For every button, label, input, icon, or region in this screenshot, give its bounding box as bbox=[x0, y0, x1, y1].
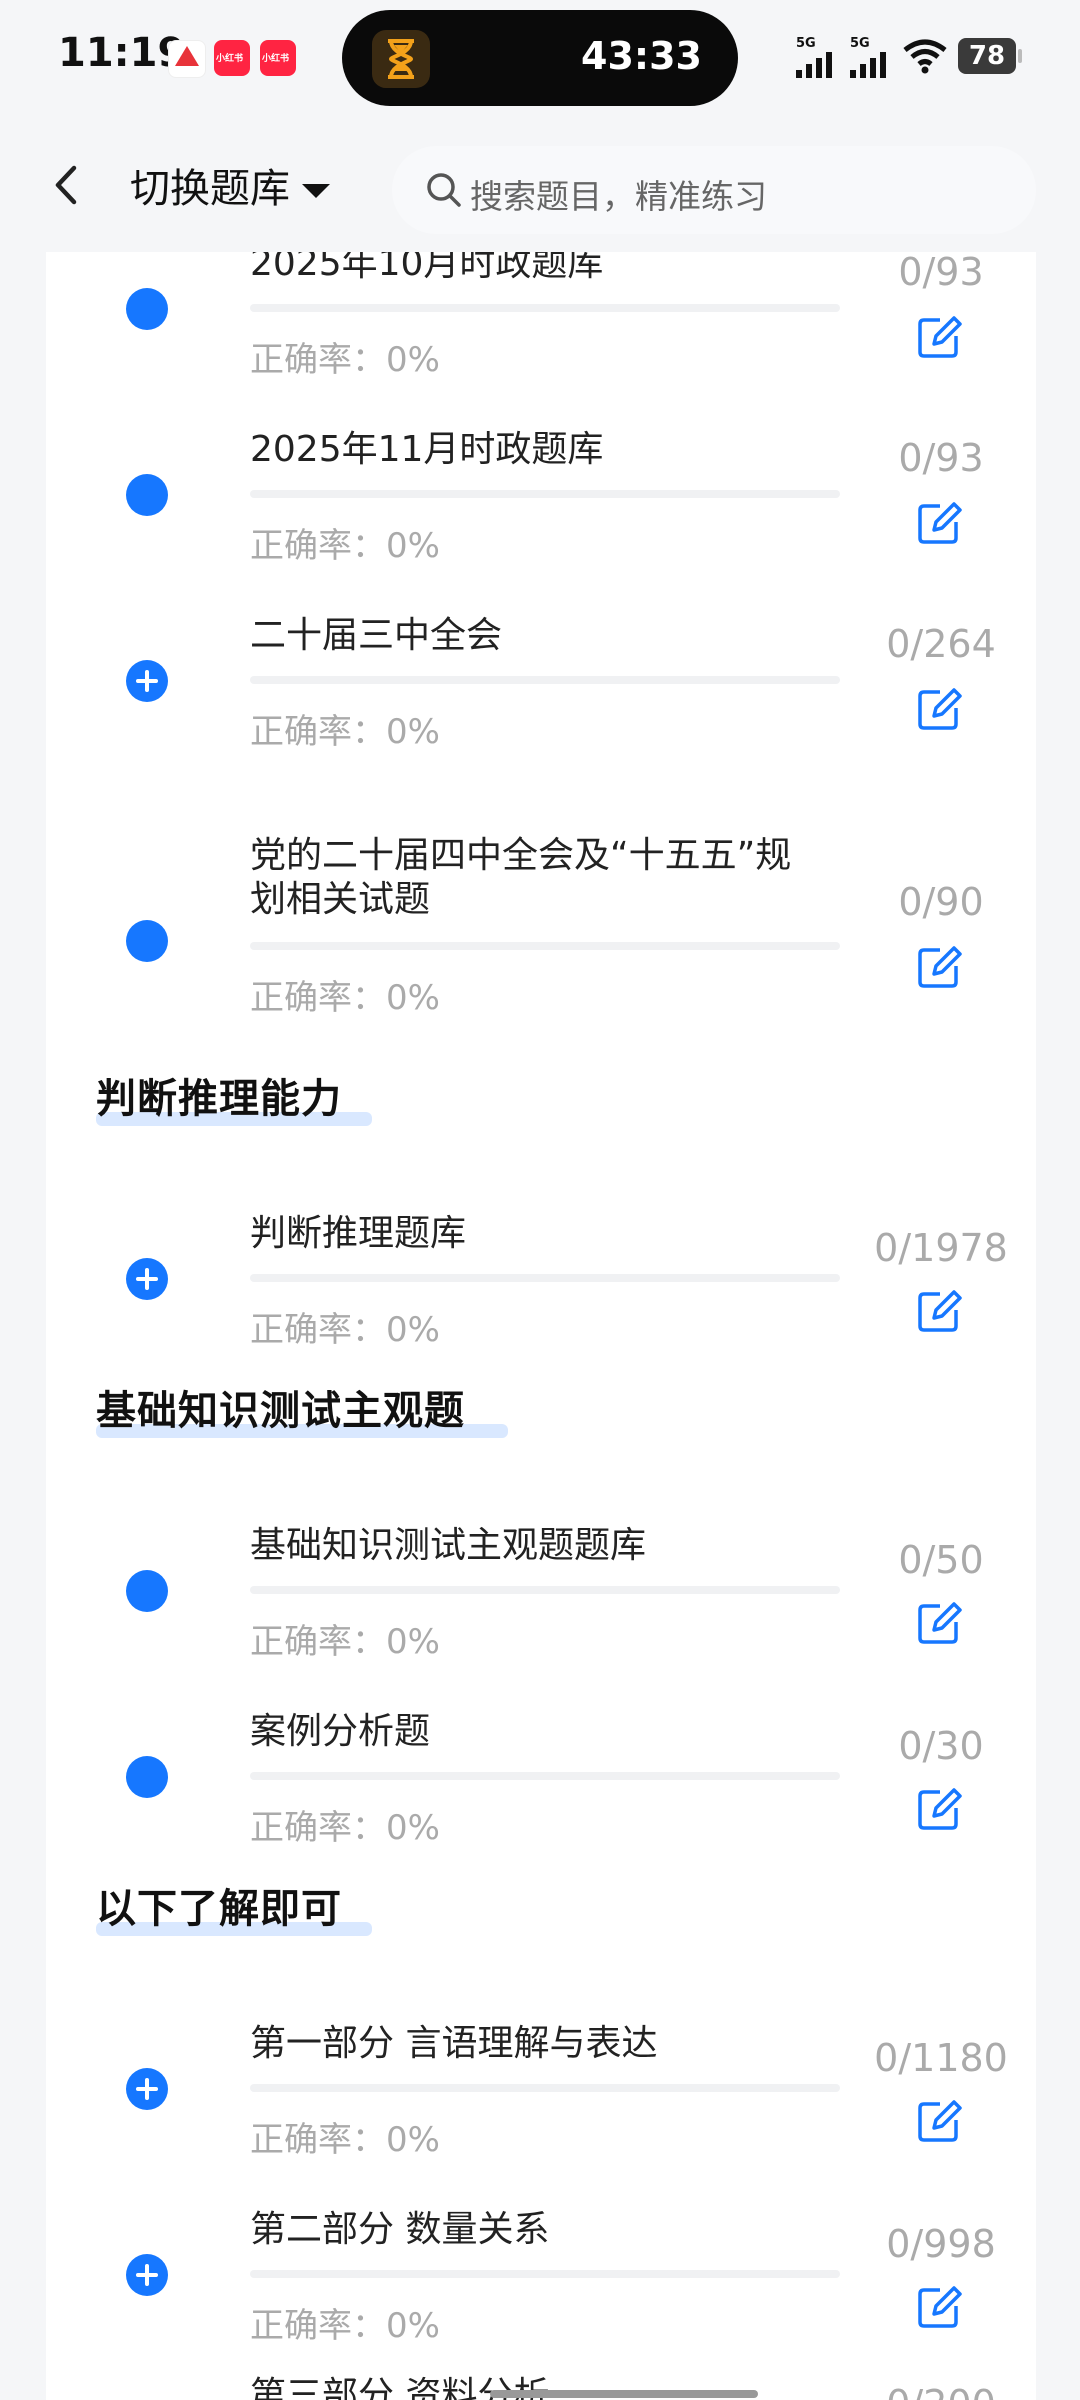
section-title: 基础知识测试主观题 bbox=[96, 1388, 465, 1434]
question-count: 0/90 bbox=[898, 880, 984, 924]
xiaohongshu-icon: 小红书 bbox=[260, 40, 296, 76]
app-notification-icon bbox=[168, 40, 206, 78]
expand-plus-icon[interactable] bbox=[126, 1258, 168, 1300]
status-bar: 11:19 小红书 小红书 43:33 5G 5G 78 bbox=[0, 0, 1080, 118]
network-label: 5G bbox=[796, 36, 816, 51]
progress-bar bbox=[250, 1772, 840, 1780]
battery-icon: 78 bbox=[958, 38, 1022, 74]
list-item[interactable]: 第二部分 数量关系 正确率：0% 0/998 bbox=[46, 2188, 1036, 2372]
section-header: 以下了解即可 bbox=[96, 1876, 372, 1936]
search-icon bbox=[427, 173, 461, 207]
caret-down-icon bbox=[302, 184, 330, 198]
item-title: 2025年10月时政题库 bbox=[250, 252, 604, 284]
progress-bar bbox=[250, 676, 840, 684]
question-count: 0/93 bbox=[898, 252, 984, 294]
list-item[interactable]: 基础知识测试主观题题库 正确率：0% 0/50 bbox=[46, 1504, 1036, 1688]
edit-icon[interactable] bbox=[916, 1786, 962, 1832]
list-item[interactable]: 二十届三中全会 正确率：0% 0/264 bbox=[46, 594, 1036, 778]
section-header: 判断推理能力 bbox=[96, 1066, 372, 1126]
item-title: 二十届三中全会 bbox=[250, 615, 503, 656]
list-item[interactable]: 2025年11月时政题库 正确率：0% 0/93 bbox=[46, 408, 1036, 592]
progress-bar bbox=[250, 1586, 840, 1594]
xiaohongshu-icon-text: 小红书 bbox=[262, 54, 290, 64]
section-title: 判断推理能力 bbox=[96, 1076, 342, 1122]
item-title: 案例分析题 bbox=[250, 1711, 431, 1752]
question-count: 0/93 bbox=[898, 436, 984, 480]
list-item[interactable]: 案例分析题 正确率：0% 0/30 bbox=[46, 1690, 1036, 1874]
accuracy-text: 正确率：0% bbox=[250, 1808, 440, 1848]
item-title: 第一部分 言语理解与表达 bbox=[250, 2023, 658, 2064]
status-dot-icon bbox=[126, 920, 168, 962]
back-arrow-icon[interactable] bbox=[48, 160, 88, 210]
item-title: 判断推理题库 bbox=[250, 1213, 467, 1254]
list-item[interactable]: 党的二十届四中全会及“十五五”规划相关试题 正确率：0% 0/90 bbox=[46, 820, 1036, 1040]
item-title: 基础知识测试主观题题库 bbox=[250, 1525, 647, 1566]
switch-bank-label: 切换题库 bbox=[130, 166, 290, 212]
question-count: 0/998 bbox=[886, 2222, 996, 2266]
item-title: 党的二十届四中全会及“十五五”规划相关试题 bbox=[250, 835, 792, 920]
search-placeholder: 搜索题目，精准练习 bbox=[470, 177, 767, 216]
question-bank-list: 2025年10月时政题库 正确率：0% 0/93 2025年11月时政题库 正确… bbox=[46, 252, 1036, 2400]
item-title: 2025年11月时政题库 bbox=[250, 429, 604, 470]
expand-plus-icon[interactable] bbox=[126, 2254, 168, 2296]
progress-bar bbox=[250, 304, 840, 312]
accuracy-text: 正确率：0% bbox=[250, 2120, 440, 2160]
accuracy-text: 正确率：0% bbox=[250, 1310, 440, 1350]
question-count: 0/200 bbox=[856, 2382, 1026, 2400]
question-count: 0/30 bbox=[898, 1724, 984, 1768]
progress-bar bbox=[250, 1274, 840, 1282]
edit-icon[interactable] bbox=[916, 1600, 962, 1646]
edit-icon[interactable] bbox=[916, 314, 962, 360]
status-dot-icon bbox=[126, 1570, 168, 1612]
expand-plus-icon[interactable] bbox=[126, 660, 168, 702]
progress-bar bbox=[250, 2084, 840, 2092]
hourglass-icon bbox=[372, 30, 430, 88]
xiaohongshu-icon-text: 小红书 bbox=[216, 54, 244, 64]
item-title: 第二部分 数量关系 bbox=[250, 2209, 550, 2250]
status-dot-icon bbox=[126, 1756, 168, 1798]
accuracy-text: 正确率：0% bbox=[250, 2306, 440, 2346]
edit-icon[interactable] bbox=[916, 500, 962, 546]
edit-icon[interactable] bbox=[916, 944, 962, 990]
list-item[interactable]: 判断推理题库 正确率：0% 0/1978 bbox=[46, 1192, 1036, 1376]
accuracy-text: 正确率：0% bbox=[250, 978, 440, 1018]
expand-plus-icon[interactable] bbox=[126, 2068, 168, 2110]
search-input[interactable]: 搜索题目，精准练习 bbox=[392, 146, 1036, 234]
wifi-icon bbox=[903, 39, 947, 74]
clock: 11:19 bbox=[58, 30, 186, 76]
status-dot-icon bbox=[126, 474, 168, 516]
accuracy-text: 正确率：0% bbox=[250, 1622, 440, 1662]
progress-bar bbox=[250, 942, 840, 950]
progress-bar bbox=[250, 490, 840, 498]
accuracy-text: 正确率：0% bbox=[250, 526, 440, 566]
accuracy-text: 正确率：0% bbox=[250, 712, 440, 752]
edit-icon[interactable] bbox=[916, 2284, 962, 2330]
network-label: 5G bbox=[850, 36, 870, 51]
list-item[interactable]: 2025年10月时政题库 正确率：0% 0/93 bbox=[46, 252, 1036, 406]
list-item[interactable]: 第一部分 言语理解与表达 正确率：0% 0/1180 bbox=[46, 2002, 1036, 2186]
section-title: 以下了解即可 bbox=[96, 1886, 342, 1932]
edit-icon[interactable] bbox=[916, 686, 962, 732]
dynamic-island[interactable]: 43:33 bbox=[342, 10, 738, 106]
timer-text: 43:33 bbox=[581, 34, 702, 78]
progress-bar bbox=[250, 2270, 840, 2278]
home-indicator[interactable] bbox=[490, 2390, 758, 2398]
status-dot-icon bbox=[126, 288, 168, 330]
switch-bank-dropdown[interactable]: 切换题库 bbox=[130, 156, 330, 214]
question-count: 0/264 bbox=[886, 622, 996, 666]
xiaohongshu-icon: 小红书 bbox=[214, 40, 250, 76]
edit-icon[interactable] bbox=[916, 1288, 962, 1334]
top-nav: 切换题库 搜索题目，精准练习 bbox=[0, 118, 1080, 252]
edit-icon[interactable] bbox=[916, 2098, 962, 2144]
question-count: 0/50 bbox=[898, 1538, 984, 1582]
question-count: 0/1180 bbox=[874, 2036, 1008, 2080]
section-header: 基础知识测试主观题 bbox=[96, 1378, 508, 1438]
question-count: 0/1978 bbox=[874, 1226, 1008, 1270]
accuracy-text: 正确率：0% bbox=[250, 340, 440, 380]
